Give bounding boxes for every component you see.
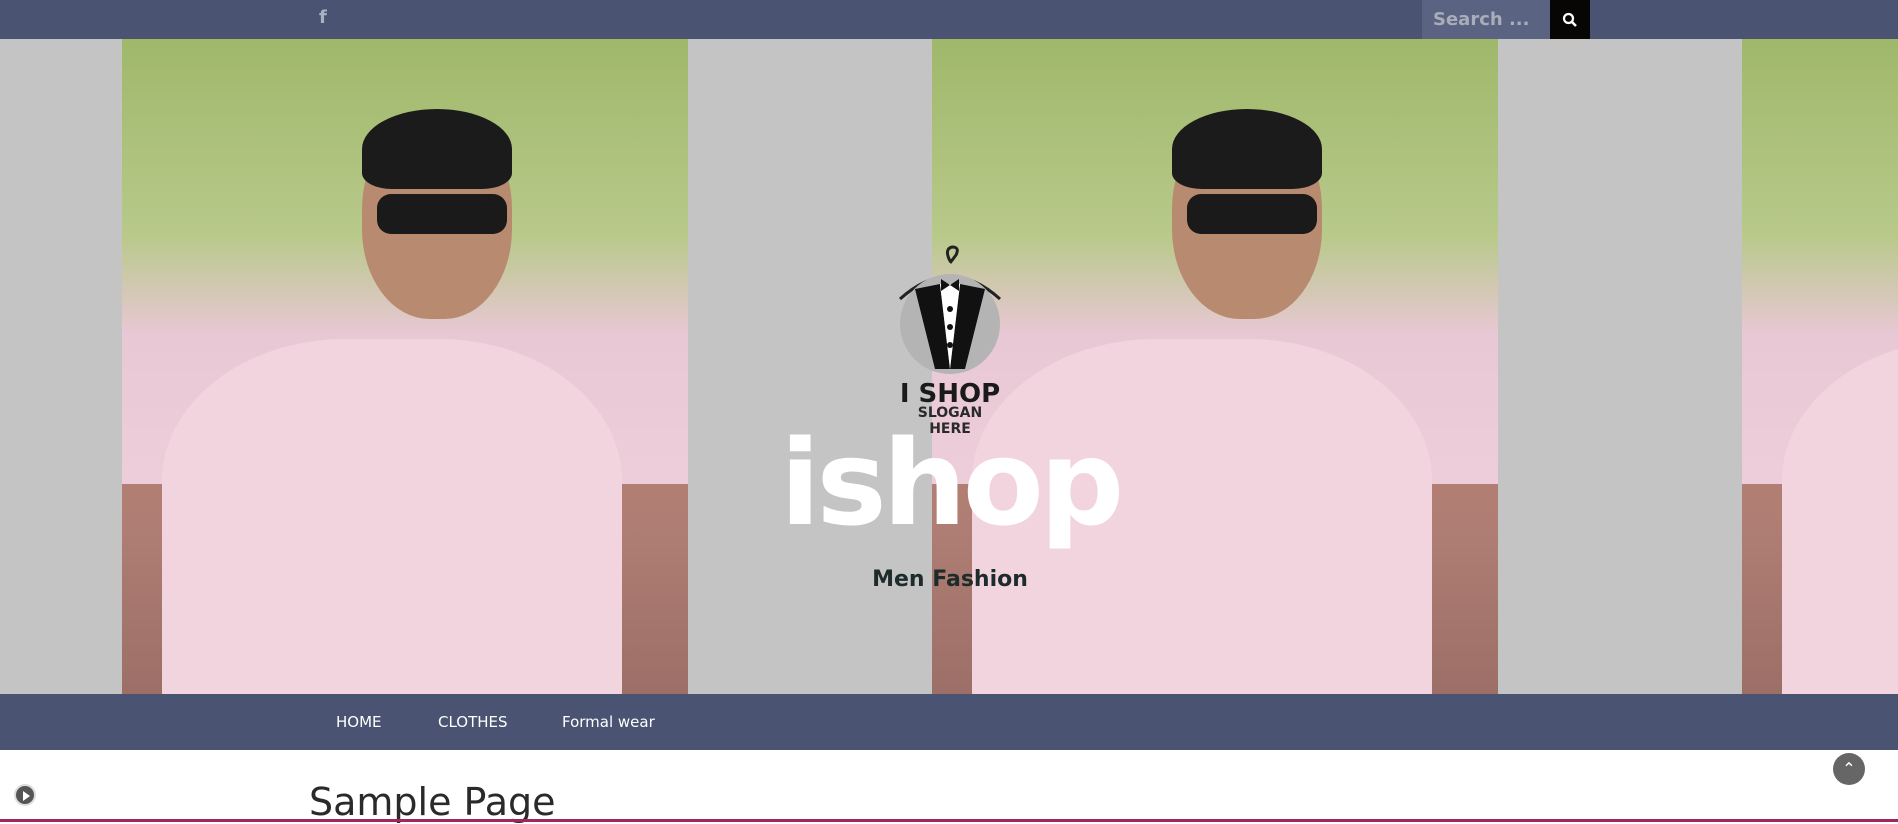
- nav-item-clothes[interactable]: CLOTHES: [438, 713, 508, 731]
- header-banner: I SHOP SLOGAN HERE ishop Men Fashion: [0, 39, 1898, 694]
- banner-photo: [122, 39, 688, 694]
- play-icon[interactable]: [14, 784, 36, 806]
- nav-item-formal-wear[interactable]: Formal wear: [562, 713, 655, 731]
- facebook-icon[interactable]: f: [319, 7, 327, 28]
- site-tagline: Men Fashion: [872, 567, 1028, 592]
- scroll-to-top-button[interactable]: ⌃: [1833, 753, 1865, 785]
- search-button[interactable]: [1550, 0, 1590, 39]
- top-bar: f: [0, 0, 1898, 39]
- tuxedo-hanger-icon: [898, 245, 1002, 374]
- main-nav: HOME CLOTHES Formal wear: [0, 694, 1898, 750]
- search-input[interactable]: [1422, 0, 1550, 39]
- banner-photo: [1742, 39, 1898, 694]
- site-logo[interactable]: I SHOP SLOGAN HERE: [895, 239, 1005, 437]
- chevron-up-icon: ⌃: [1842, 759, 1856, 778]
- page-title: Sample Page: [309, 780, 556, 824]
- search-icon: [1562, 12, 1577, 27]
- banner-photo: [932, 39, 1498, 694]
- site-title[interactable]: ishop: [780, 424, 1124, 542]
- nav-item-home[interactable]: HOME: [336, 713, 382, 731]
